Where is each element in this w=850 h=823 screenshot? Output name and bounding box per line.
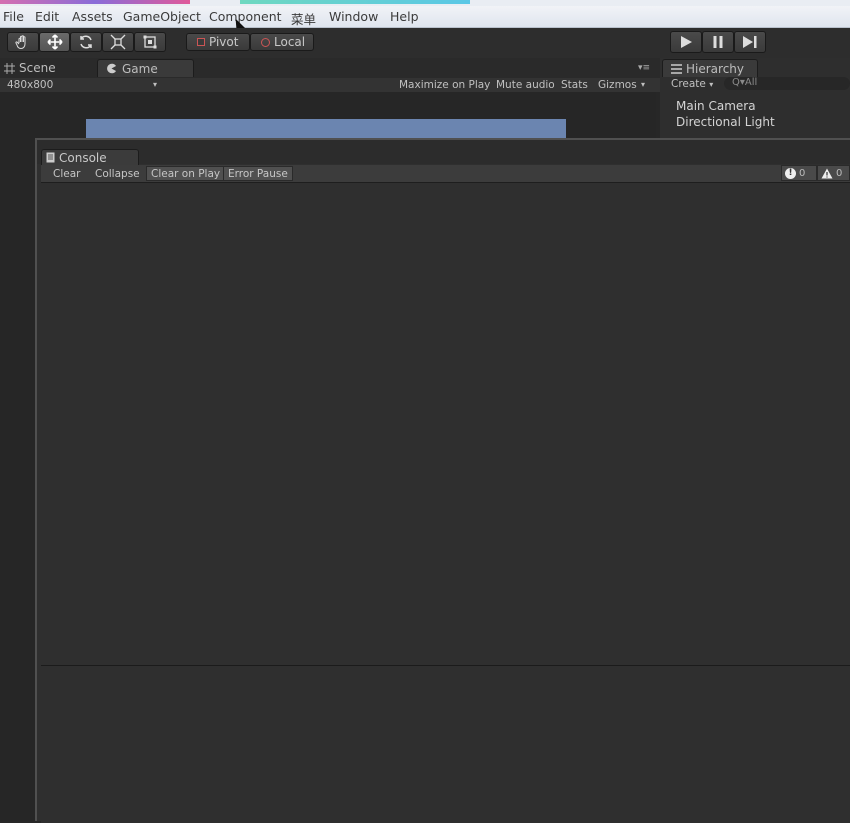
rotate-tool-button[interactable]	[70, 32, 102, 52]
menu-component[interactable]: Component	[209, 9, 282, 24]
mute-audio-toggle[interactable]: Mute audio	[496, 79, 555, 91]
play-icon	[681, 36, 692, 48]
chevron-down-icon: ▾	[153, 80, 158, 89]
clear-button[interactable]: Clear	[49, 166, 84, 181]
menu-gameobject[interactable]: GameObject	[123, 9, 201, 24]
pivot-toggle[interactable]: Pivot	[186, 33, 250, 51]
create-label: Create	[671, 78, 706, 90]
error-count: 0	[799, 167, 806, 179]
menu-bar: File Edit Assets GameObject Component 菜单…	[0, 6, 850, 28]
pause-button[interactable]	[702, 31, 734, 53]
move-icon	[46, 34, 63, 50]
move-tool-button[interactable]	[39, 32, 70, 52]
rect-icon	[143, 35, 157, 49]
hierarchy-search-input[interactable]: Q▾All	[724, 77, 850, 90]
console-tab-strip: Console	[37, 140, 850, 165]
list-icon	[671, 63, 682, 74]
clear-on-play-toggle[interactable]: Clear on Play	[146, 166, 226, 181]
main-toolbar: Pivot Local	[0, 28, 850, 58]
hierarchy-item-directional-light[interactable]: Directional Light	[676, 115, 775, 129]
menu-file[interactable]: File	[3, 9, 24, 24]
menu-custom[interactable]: 菜单	[291, 9, 316, 28]
local-label: Local	[274, 35, 306, 49]
play-button[interactable]	[670, 31, 702, 53]
pivot-icon	[197, 38, 205, 46]
grid-icon	[4, 62, 15, 74]
menu-edit[interactable]: Edit	[35, 9, 59, 24]
warning-count-toggle[interactable]: 0	[817, 165, 850, 181]
pause-icon	[713, 36, 723, 48]
collapse-button[interactable]: Collapse	[91, 166, 144, 181]
menu-assets[interactable]: Assets	[72, 9, 113, 24]
tab-scene[interactable]: Scene	[4, 59, 84, 77]
pacman-icon	[107, 63, 116, 74]
warning-count: 0	[836, 167, 843, 179]
rotate-icon	[80, 35, 92, 49]
chevron-down-icon: ▾	[709, 80, 714, 89]
create-dropdown[interactable]: Create ▾	[671, 78, 713, 90]
local-icon	[261, 37, 270, 47]
tab-console-label: Console	[59, 150, 107, 165]
console-window: Console Clear Collapse Clear on Play Err…	[35, 138, 850, 823]
tab-hierarchy-label: Hierarchy	[686, 61, 745, 76]
menu-help[interactable]: Help	[390, 9, 419, 24]
error-icon: !	[785, 167, 796, 179]
tab-scene-label: Scene	[19, 61, 56, 75]
error-pause-toggle[interactable]: Error Pause	[223, 166, 293, 181]
chevron-down-icon: ▾	[641, 80, 646, 89]
hierarchy-panel: Hierarchy Create ▾ Q▾All Main Camera Dir…	[660, 58, 850, 138]
tab-hierarchy[interactable]: Hierarchy	[662, 59, 758, 77]
console-toolbar: Clear Collapse Clear on Play Error Pause…	[41, 165, 850, 183]
local-toggle[interactable]: Local	[250, 33, 314, 51]
hand-tool-button[interactable]	[7, 32, 39, 52]
resolution-dropdown[interactable]: 480x800	[7, 79, 53, 91]
tab-console[interactable]: Console	[41, 149, 139, 165]
rect-tool-button[interactable]	[134, 32, 166, 52]
scale-tool-button[interactable]	[102, 32, 134, 52]
scale-icon	[110, 34, 126, 50]
warning-icon	[821, 168, 833, 178]
error-count-toggle[interactable]: ! 0	[781, 165, 817, 181]
step-icon	[743, 36, 757, 48]
stats-toggle[interactable]: Stats	[561, 79, 588, 91]
hand-icon	[15, 35, 26, 50]
hierarchy-item-main-camera[interactable]: Main Camera	[676, 99, 756, 113]
game-toolbar: 480x800 ▾ Maximize on Play Mute audio St…	[0, 78, 660, 92]
pivot-label: Pivot	[209, 35, 239, 49]
console-icon	[46, 152, 55, 163]
panel-menu-icon[interactable]: ▾≡	[638, 63, 650, 73]
console-log-list[interactable]	[41, 183, 850, 665]
title-strip-segment	[0, 0, 190, 4]
console-detail-area[interactable]	[41, 666, 850, 823]
step-button[interactable]	[734, 31, 766, 53]
maximize-on-play-toggle[interactable]: Maximize on Play	[399, 79, 490, 91]
tab-game-label: Game	[122, 61, 158, 76]
title-strip-segment	[240, 0, 470, 4]
tab-game[interactable]: Game	[97, 59, 194, 77]
menu-window[interactable]: Window	[329, 9, 378, 24]
gizmos-dropdown[interactable]: Gizmos	[598, 79, 637, 91]
